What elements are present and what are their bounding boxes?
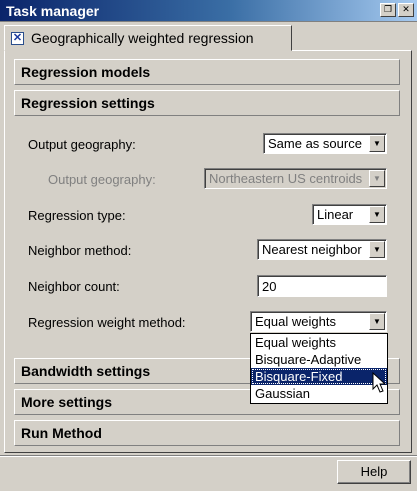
neighbor-count-label: Neighbor count: [28,279,120,294]
footer-divider [0,455,417,457]
chevron-down-icon: ▼ [369,170,385,187]
chevron-down-icon[interactable]: ▼ [369,206,385,223]
neighbor-count-input[interactable]: 20 [257,275,387,297]
weight-method-select[interactable]: Equal weights ▼ [250,311,387,332]
weight-method-label: Regression weight method: [28,315,186,330]
dropdown-option-bisquare-adaptive[interactable]: Bisquare-Adaptive [251,351,387,368]
neighbor-method-select[interactable]: Nearest neighbor ▼ [257,239,387,260]
regression-type-select[interactable]: Linear ▼ [312,204,387,225]
dropdown-option-bisquare-fixed[interactable]: Bisquare-Fixed [251,368,387,385]
section-regression-settings[interactable]: Regression settings [14,90,400,116]
dropdown-option-gaussian[interactable]: Gaussian [251,385,387,402]
output-geography-select[interactable]: Same as source ▼ [263,133,387,154]
tab-gwr[interactable]: ✕ Geographically weighted regression [4,25,292,51]
output-geography-sub-label: Output geography: [48,172,156,187]
title-bar: Task manager ❐ ✕ [0,0,417,22]
tab-label: Geographically weighted regression [31,30,254,46]
dropdown-option-equal-weights[interactable]: Equal weights [251,334,387,351]
mouse-pointer-icon [372,372,386,393]
restore-icon[interactable]: ❐ [380,3,396,17]
output-geography-sub-select: Northeastern US centroids ▼ [204,168,387,189]
output-geography-label: Output geography: [28,137,136,152]
section-run-method[interactable]: Run Method [14,420,400,446]
tab-checkbox[interactable]: ✕ [11,31,24,45]
chevron-down-icon[interactable]: ▼ [369,135,385,152]
neighbor-method-value: Nearest neighbor [262,242,362,257]
help-button[interactable]: Help [337,460,411,484]
neighbor-method-label: Neighbor method: [28,243,132,258]
chevron-down-icon[interactable]: ▼ [369,241,385,258]
regression-type-label: Regression type: [28,208,126,223]
close-icon[interactable]: ✕ [398,3,414,17]
chevron-down-icon[interactable]: ▼ [369,313,385,330]
weight-method-dropdown: Equal weights Bisquare-Adaptive Bisquare… [250,333,388,404]
output-geography-value: Same as source [268,136,362,151]
window-title: Task manager [6,3,100,19]
regression-type-value: Linear [317,207,354,222]
output-geography-sub-value: Northeastern US centroids [209,171,363,186]
weight-method-value: Equal weights [255,314,336,329]
section-regression-models[interactable]: Regression models [14,59,400,85]
